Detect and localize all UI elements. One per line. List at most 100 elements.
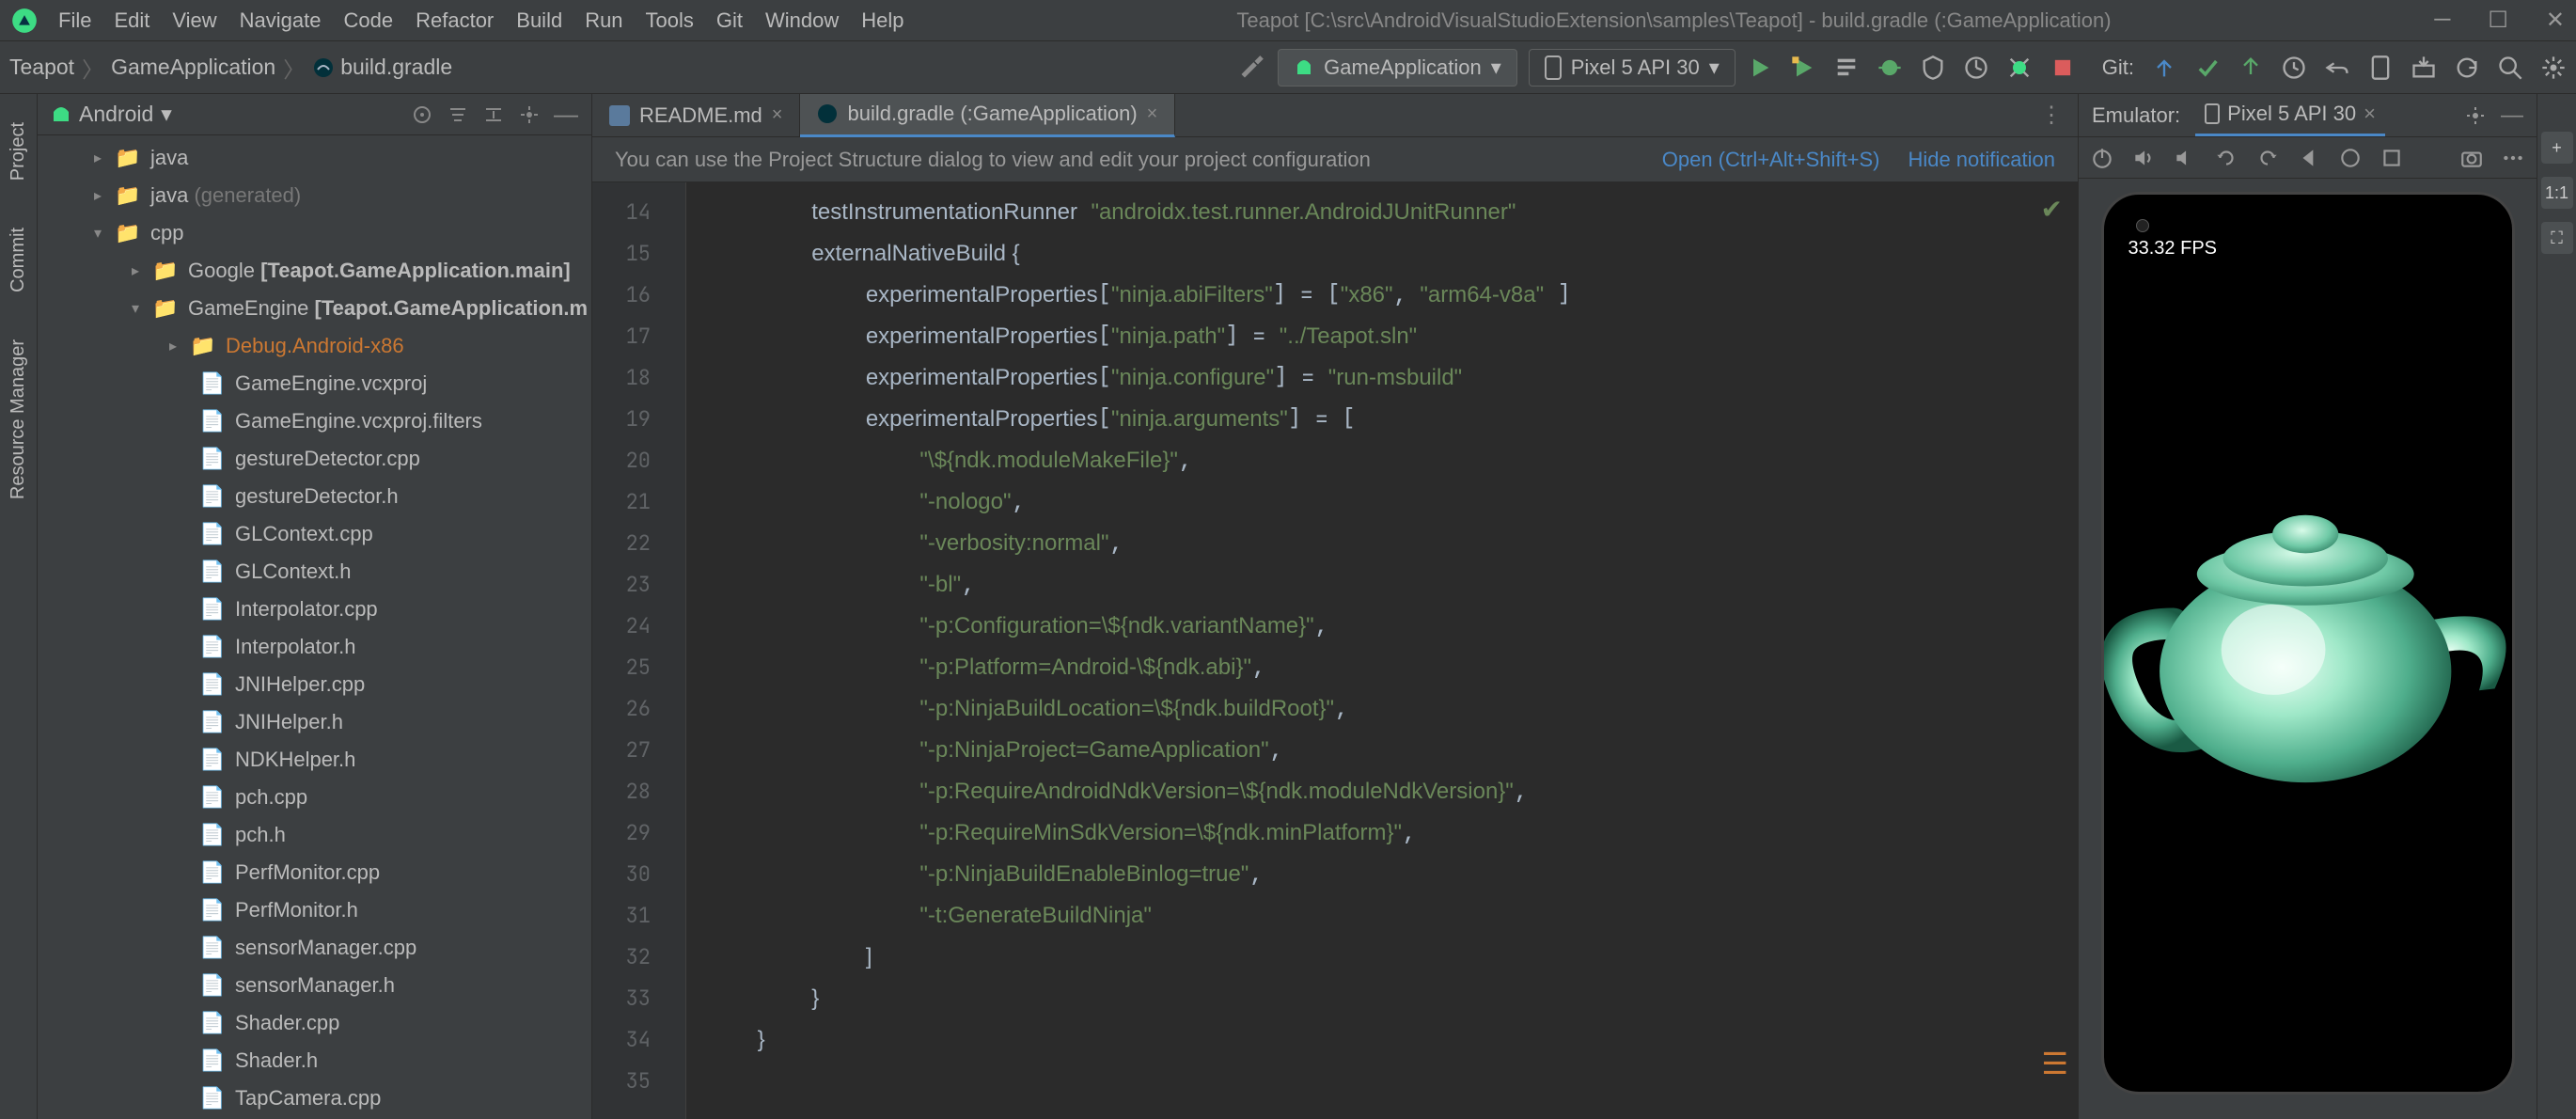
sort-icon[interactable] xyxy=(447,103,469,126)
profiler-icon[interactable] xyxy=(1963,55,1989,81)
close-tab-icon[interactable]: × xyxy=(772,104,783,126)
screenshot-icon[interactable] xyxy=(2459,146,2484,170)
hide-panel-icon[interactable]: — xyxy=(554,100,578,129)
tree-file[interactable]: 📄PerfMonitor.h xyxy=(38,891,591,929)
hammer-icon[interactable] xyxy=(1238,55,1264,81)
tree-file[interactable]: 📄sensorManager.cpp xyxy=(38,929,591,967)
tab-build-gradle[interactable]: build.gradle (:GameApplication) × xyxy=(800,94,1175,137)
rotate-right-icon[interactable] xyxy=(2255,146,2280,170)
menu-view[interactable]: View xyxy=(163,5,226,37)
tree-file[interactable]: 📄TapCamera.cpp xyxy=(38,1080,591,1117)
git-history-icon[interactable] xyxy=(2281,55,2307,81)
tree-file[interactable]: 📄Interpolator.cpp xyxy=(38,591,591,628)
menu-tools[interactable]: Tools xyxy=(636,5,703,37)
breadcrumb-module[interactable]: GameApplication xyxy=(111,55,275,80)
apply-code-changes-icon[interactable] xyxy=(1833,55,1860,81)
tree-file[interactable]: 📄NDKHelper.h xyxy=(38,741,591,779)
git-rollback-icon[interactable] xyxy=(2324,55,2350,81)
maximize-icon[interactable]: ☐ xyxy=(2488,7,2508,34)
collapse-icon[interactable] xyxy=(482,103,505,126)
apply-changes-icon[interactable] xyxy=(1790,55,1816,81)
line-gutter[interactable]: 14 15 16 17 18 19 20 21 22 23 24 25 26 2… xyxy=(592,182,664,1119)
overview-icon[interactable] xyxy=(2380,146,2404,170)
code-map-icon[interactable]: ☰ xyxy=(2041,1046,2068,1081)
home-icon[interactable] xyxy=(2338,146,2363,170)
menu-window[interactable]: Window xyxy=(756,5,848,37)
tool-project[interactable]: Project xyxy=(8,113,29,190)
project-mode-dropdown[interactable]: Android ▾ xyxy=(51,102,172,127)
menu-navigate[interactable]: Navigate xyxy=(230,5,331,37)
run-icon[interactable] xyxy=(1747,55,1773,81)
target-icon[interactable] xyxy=(411,103,433,126)
run-config-dropdown[interactable]: GameApplication ▾ xyxy=(1278,49,1517,87)
tree-folder-debug[interactable]: ▸📁Debug.Android-x86 xyxy=(38,327,591,365)
tab-readme[interactable]: README.md × xyxy=(592,94,800,137)
close-icon[interactable]: ✕ xyxy=(2546,7,2565,34)
zoom-fit-button[interactable]: ⛶ xyxy=(2541,222,2573,254)
close-tab-icon[interactable]: × xyxy=(1147,103,1158,125)
power-icon[interactable] xyxy=(2090,146,2114,170)
tree-file[interactable]: 📄GameEngine.vcxproj.filters xyxy=(38,402,591,440)
tool-resource-manager[interactable]: Resource Manager xyxy=(8,330,29,509)
menu-edit[interactable]: Edit xyxy=(104,5,159,37)
hide-panel-icon[interactable]: — xyxy=(2501,102,2523,129)
tree-file[interactable]: 📄gestureDetector.h xyxy=(38,478,591,515)
menu-file[interactable]: File xyxy=(49,5,101,37)
tree-file[interactable]: 📄sensorManager.h xyxy=(38,967,591,1004)
tree-file[interactable]: 📄Interpolator.h xyxy=(38,628,591,666)
code-editor[interactable]: testInstrumentationRunner "androidx.test… xyxy=(686,182,2078,1119)
coverage-icon[interactable] xyxy=(1920,55,1946,81)
sync-icon[interactable] xyxy=(2454,55,2480,81)
attach-debugger-icon[interactable] xyxy=(2006,55,2033,81)
menu-refactor[interactable]: Refactor xyxy=(406,5,503,37)
tree-file[interactable]: 📄GLContext.cpp xyxy=(38,515,591,553)
gear-icon[interactable] xyxy=(2465,105,2486,126)
inspection-ok-icon[interactable]: ✔ xyxy=(2041,194,2063,225)
device-dropdown[interactable]: Pixel 5 API 30 ▾ xyxy=(1529,49,1736,87)
menu-build[interactable]: Build xyxy=(507,5,572,37)
tree-folder-gameengine[interactable]: ▾📁GameEngine [Teapot.GameApplication.m xyxy=(38,290,591,327)
gear-icon[interactable] xyxy=(518,103,541,126)
tree-folder-java[interactable]: ▸📁java xyxy=(38,139,591,177)
breadcrumb-file[interactable]: build.gradle xyxy=(340,55,452,80)
close-icon[interactable]: × xyxy=(2364,102,2376,126)
open-project-structure-link[interactable]: Open (Ctrl+Alt+Shift+S) xyxy=(1662,148,1880,172)
tree-file[interactable]: 📄pch.cpp xyxy=(38,779,591,816)
tool-commit[interactable]: Commit xyxy=(8,218,29,302)
breadcrumb-project[interactable]: Teapot xyxy=(9,55,74,80)
back-icon[interactable] xyxy=(2297,146,2321,170)
tab-overflow-icon[interactable]: ⋮ xyxy=(2040,102,2063,129)
menu-help[interactable]: Help xyxy=(852,5,913,37)
git-update-icon[interactable] xyxy=(2151,55,2177,81)
tree-file[interactable]: 📄gestureDetector.cpp xyxy=(38,440,591,478)
more-icon[interactable] xyxy=(2501,146,2525,170)
tree-folder-google[interactable]: ▸📁Google [Teapot.GameApplication.main] xyxy=(38,252,591,290)
volume-up-icon[interactable] xyxy=(2131,146,2156,170)
menu-code[interactable]: Code xyxy=(335,5,403,37)
avd-manager-icon[interactable] xyxy=(2367,55,2394,81)
tree-file[interactable]: 📄Shader.h xyxy=(38,1042,591,1080)
tree-file[interactable]: 📄pch.h xyxy=(38,816,591,854)
settings-icon[interactable] xyxy=(2540,55,2567,81)
rotate-left-icon[interactable] xyxy=(2214,146,2238,170)
search-icon[interactable] xyxy=(2497,55,2523,81)
sdk-manager-icon[interactable] xyxy=(2411,55,2437,81)
tree-file[interactable]: 📄Shader.cpp xyxy=(38,1004,591,1042)
tree-file[interactable]: 📄JNIHelper.h xyxy=(38,703,591,741)
debug-icon[interactable] xyxy=(1877,55,1903,81)
stop-icon[interactable] xyxy=(2050,55,2076,81)
zoom-actual-button[interactable]: 1:1 xyxy=(2541,177,2573,209)
tree-file[interactable]: 📄GameEngine.vcxproj xyxy=(38,365,591,402)
git-push-icon[interactable] xyxy=(2238,55,2264,81)
zoom-in-button[interactable]: + xyxy=(2541,132,2573,164)
tree-folder-cpp[interactable]: ▾📁cpp xyxy=(38,214,591,252)
git-commit-icon[interactable] xyxy=(2194,55,2221,81)
volume-down-icon[interactable] xyxy=(2173,146,2197,170)
tree-file[interactable]: 📄GLContext.h xyxy=(38,553,591,591)
tree-file[interactable]: 📄JNIHelper.cpp xyxy=(38,666,591,703)
tree-folder-java-gen[interactable]: ▸📁java (generated) xyxy=(38,177,591,214)
hide-notification-link[interactable]: Hide notification xyxy=(1908,148,2055,172)
minimize-icon[interactable]: ─ xyxy=(2434,7,2450,34)
tree-file[interactable]: 📄PerfMonitor.cpp xyxy=(38,854,591,891)
emulator-device-tab[interactable]: Pixel 5 API 30 × xyxy=(2195,94,2385,136)
